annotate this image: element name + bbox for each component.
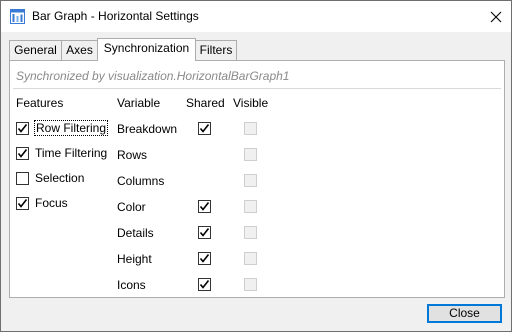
variable-header: Variable: [117, 96, 161, 110]
tab-axes[interactable]: Axes: [61, 40, 98, 60]
height-shared-checkbox[interactable]: [198, 252, 211, 265]
icons-visible-checkbox[interactable]: [244, 278, 257, 291]
details-shared-checkbox[interactable]: [198, 226, 211, 239]
variable-label-columns: Columns: [117, 174, 165, 188]
selection-checkbox[interactable]: [16, 171, 29, 185]
details-visible-checkbox[interactable]: [244, 226, 257, 239]
close-button[interactable]: Close: [427, 304, 502, 323]
visible-header: Visible: [233, 96, 269, 110]
columns-visible-checkbox[interactable]: [244, 174, 257, 187]
variable-label-breakdown: Breakdown: [117, 122, 178, 136]
variable-label-rows: Rows: [117, 148, 148, 162]
tab-filters[interactable]: Filters: [195, 40, 237, 60]
tab-synchronization[interactable]: Synchronization: [97, 38, 196, 61]
breakdown-visible-checkbox[interactable]: [244, 122, 257, 135]
variable-label-icons: Icons: [117, 278, 146, 292]
window-title: Bar Graph - Horizontal Settings: [32, 9, 199, 23]
synchronization-panel: Synchronized by visualization.Horizontal…: [9, 60, 505, 298]
divider: [13, 88, 501, 89]
settings-dialog: Bar Graph - Horizontal Settings General …: [0, 0, 512, 332]
focus-label: Focus: [35, 196, 68, 210]
color-visible-checkbox[interactable]: [244, 200, 257, 213]
shared-header: Shared: [186, 96, 225, 110]
selection-label: Selection: [35, 171, 85, 185]
color-shared-checkbox[interactable]: [198, 200, 211, 213]
variable-label-height: Height: [117, 252, 152, 266]
rows-visible-checkbox[interactable]: [244, 148, 257, 161]
feature-row-focus[interactable]: Focus: [16, 194, 68, 212]
variable-label-details: Details: [117, 226, 154, 240]
focus-checkbox[interactable]: [16, 196, 29, 210]
close-icon[interactable]: [481, 5, 511, 29]
breakdown-shared-checkbox[interactable]: [198, 122, 211, 135]
variable-label-color: Color: [117, 200, 146, 214]
time-filtering-checkbox[interactable]: [16, 146, 29, 160]
feature-row-time-filtering[interactable]: Time Filtering: [16, 144, 107, 162]
title-bar[interactable]: Bar Graph - Horizontal Settings: [1, 1, 511, 32]
icons-shared-checkbox[interactable]: [198, 278, 211, 291]
row-filtering-label: Row Filtering: [33, 120, 109, 136]
bar-graph-window-icon: [10, 9, 25, 24]
features-header: Features: [16, 96, 64, 110]
feature-row-selection[interactable]: Selection: [16, 169, 84, 187]
feature-row-row-filtering[interactable]: Row Filtering: [16, 119, 109, 137]
tab-general[interactable]: General: [9, 40, 62, 60]
row-filtering-checkbox[interactable]: [16, 121, 29, 135]
time-filtering-label: Time Filtering: [35, 146, 108, 160]
sync-source-note: Synchronized by visualization.Horizontal…: [16, 69, 290, 83]
height-visible-checkbox[interactable]: [244, 252, 257, 265]
